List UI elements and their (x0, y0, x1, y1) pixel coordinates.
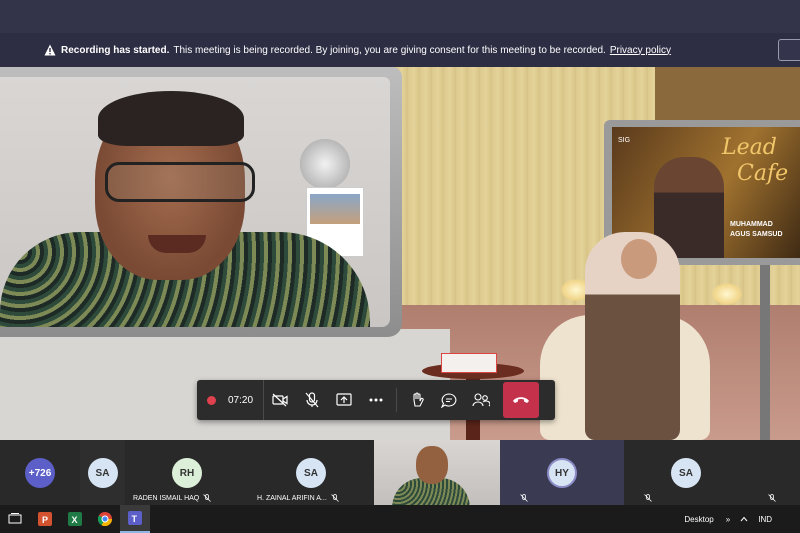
host-face (621, 239, 657, 279)
task-view-button[interactable] (0, 505, 30, 533)
recording-timer: 07:20 (197, 380, 265, 420)
mic-off-icon (768, 494, 776, 502)
tissue-box (441, 353, 497, 373)
participant-tile[interactable] (748, 440, 800, 505)
timer-text: 07:20 (228, 394, 254, 406)
avatar: SA (87, 458, 118, 488)
teams-app[interactable]: T (120, 505, 150, 533)
control-divider (396, 388, 398, 412)
chat-button[interactable] (433, 380, 465, 420)
tv-logo: SIG (618, 137, 631, 144)
camera-toggle-button[interactable] (264, 380, 296, 420)
recording-title: Recording has started. (61, 44, 170, 56)
presenter-hair (98, 91, 244, 146)
powerpoint-icon: P (38, 512, 52, 526)
svg-text:P: P (42, 515, 48, 525)
avatar: SA (671, 458, 701, 488)
background-shelf (655, 67, 800, 127)
presenter-face (416, 446, 448, 484)
participant-name-label: H. ZAINAL ARIFIN A... (257, 494, 327, 502)
share-screen-icon (336, 393, 352, 406)
svg-text:X: X (72, 515, 78, 525)
mic-off-icon (520, 494, 528, 502)
privacy-policy-link[interactable]: Privacy policy (610, 45, 671, 56)
recording-message: This meeting is being recorded. By joini… (173, 44, 606, 56)
participant-tile[interactable]: SA (80, 440, 125, 505)
mic-off-icon (644, 494, 652, 502)
more-icon (369, 398, 383, 402)
excel-icon: X (68, 512, 82, 526)
leave-call-button[interactable] (503, 382, 540, 418)
participant-name: H. ZAINAL ARIFIN A... (257, 494, 339, 502)
tv-name-line1: MUHAMMAD (730, 221, 773, 228)
powerpoint-app[interactable]: P (30, 505, 60, 533)
record-icon (207, 395, 216, 405)
tv-stand (760, 265, 770, 440)
chevron-up-icon[interactable] (740, 516, 748, 522)
chrome-icon (98, 512, 112, 526)
teams-icon: T (128, 511, 142, 525)
participant-name: RADEN ISMAIL HAQ (133, 494, 212, 502)
tv-name: MUHAMMAD AGUS SAMSUD (730, 220, 783, 240)
tv-title-line2: Cafe (737, 161, 789, 186)
share-button[interactable] (328, 380, 360, 420)
recording-banner: Recording has started. This meeting is b… (0, 33, 800, 67)
raise-hand-button[interactable] (401, 380, 433, 420)
participants-button[interactable] (465, 380, 497, 420)
wall-lamp (712, 283, 742, 305)
presenter-video[interactable] (0, 77, 390, 327)
avatar: SA (296, 458, 326, 488)
participants-icon (472, 393, 491, 407)
title-bar (0, 0, 800, 33)
svg-text:T: T (132, 514, 138, 524)
presenter-smile (148, 235, 206, 253)
participant-tile[interactable]: HY (500, 440, 624, 505)
warning-icon (44, 44, 56, 56)
hang-up-icon (513, 397, 530, 403)
excel-app[interactable]: X (60, 505, 90, 533)
together-mode-stage: SIG Lead Cafe MUHAMMAD AGUS SAMSUD 07:20 (0, 67, 800, 440)
participant-tile[interactable]: SA H. ZAINAL ARIFIN A... (249, 440, 373, 505)
system-tray: Desktop » IND (678, 505, 800, 533)
avatar: HY (547, 458, 577, 488)
chrome-app[interactable] (90, 505, 120, 533)
camera-off-icon (272, 393, 288, 407)
desktop-toolbar[interactable]: Desktop (684, 515, 713, 524)
participant-overflow-count[interactable]: +726 (25, 458, 55, 488)
tv-title-line1: Lead (722, 135, 777, 160)
task-view-icon (8, 513, 22, 524)
wall-clock (300, 139, 350, 189)
participant-name-label: RADEN ISMAIL HAQ (133, 494, 200, 502)
language-indicator[interactable]: IND (758, 515, 772, 524)
mic-off-icon (305, 392, 319, 408)
more-actions-button[interactable] (360, 380, 392, 420)
dismiss-button[interactable] (778, 39, 800, 61)
presenter-glasses (105, 162, 255, 202)
avatar: RH (172, 458, 202, 488)
presenter-video-frame (0, 67, 402, 337)
participant-strip: +726 SA RH RADEN ISMAIL HAQ SA H. ZAINAL… (0, 440, 800, 505)
participant-tile[interactable]: SA (624, 440, 748, 505)
tray-overflow-button[interactable]: » (726, 515, 730, 524)
teams-meeting-window: Recording has started. This meeting is b… (0, 0, 800, 533)
chat-icon (441, 392, 457, 408)
participant-video-tile[interactable] (374, 440, 500, 505)
raise-hand-icon (413, 392, 424, 407)
mic-off-icon (330, 494, 339, 502)
mic-off-icon (203, 494, 212, 502)
tv-name-line2: AGUS SAMSUD (730, 231, 783, 238)
mic-toggle-button[interactable] (296, 380, 328, 420)
participant-tile[interactable]: RH RADEN ISMAIL HAQ (125, 440, 249, 505)
windows-taskbar: P X T Desktop » IND (0, 505, 800, 533)
participant-tile[interactable]: +726 (0, 440, 80, 505)
meeting-controls: 07:20 (197, 380, 555, 420)
